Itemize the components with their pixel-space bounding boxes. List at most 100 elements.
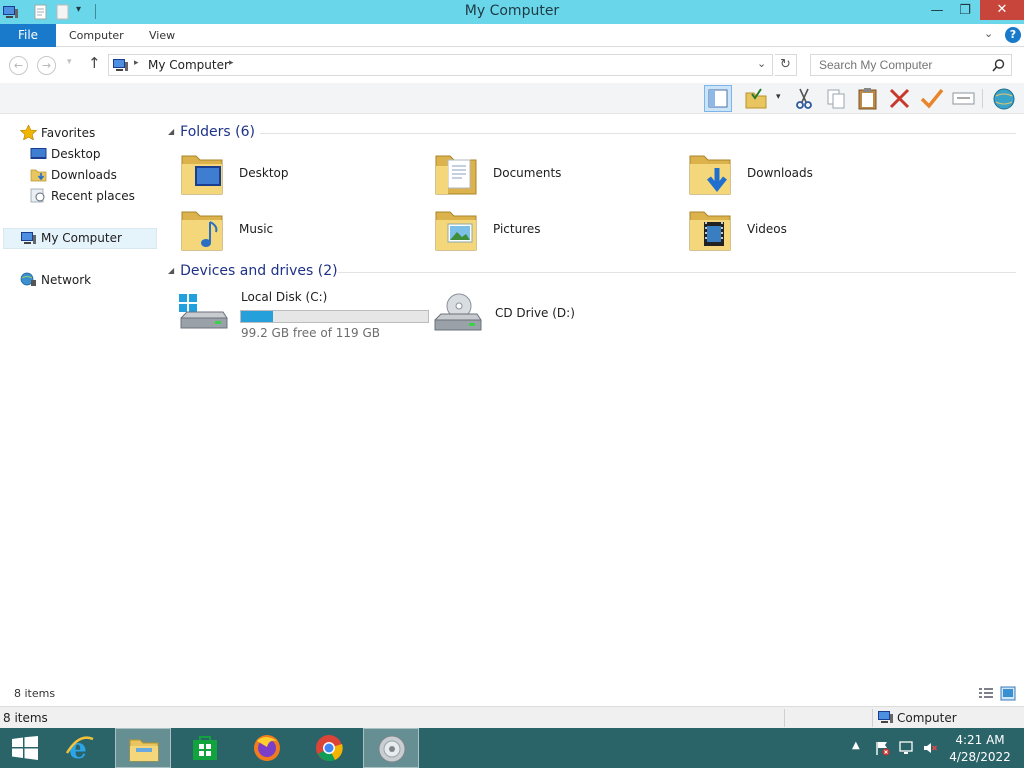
title-bar: ▾ My Computer — ❐ ✕: [0, 0, 1024, 24]
computer-icon: [113, 59, 128, 71]
tab-computer[interactable]: Computer: [69, 24, 124, 47]
devices-group-header[interactable]: ◢ Devices and drives (2): [168, 263, 338, 283]
details-view-icon[interactable]: [978, 687, 994, 701]
drive-tile-c[interactable]: Local Disk (C:) 99.2 GB free of 119 GB: [170, 290, 430, 350]
delete-button[interactable]: [886, 85, 914, 112]
nav-label: Recent places: [51, 189, 135, 203]
preview-pane-button[interactable]: [704, 85, 732, 112]
details-bar: 8 items Computer: [0, 706, 1024, 728]
copy-button[interactable]: [822, 85, 850, 112]
network-status-icon[interactable]: [898, 740, 914, 756]
drive-tile-d[interactable]: CD Drive (D:): [424, 290, 624, 350]
taskbar-internet-explorer[interactable]: e: [52, 728, 108, 768]
folder-name: Downloads: [747, 166, 813, 180]
disk-usage-bar: [240, 310, 429, 323]
search-box[interactable]: [810, 54, 1012, 76]
window-title: My Computer: [464, 3, 560, 19]
taskbar-speaker-app[interactable]: [363, 728, 419, 768]
folder-tile[interactable]: Music: [168, 204, 418, 258]
delete-x-icon: [889, 88, 910, 109]
status-bar: 8 items: [0, 684, 1024, 705]
navigation-pane: Favorites Desktop Downloads Recent place…: [0, 114, 160, 679]
tab-view[interactable]: View: [149, 24, 175, 47]
videos-folder-icon: [689, 211, 731, 251]
disk-usage-fill: [241, 311, 273, 322]
start-button[interactable]: [0, 728, 56, 768]
address-bar[interactable]: ▸ My Computer ▸ ⌄: [108, 54, 773, 76]
paste-button[interactable]: [854, 85, 882, 112]
downloads-folder-icon: [689, 155, 731, 195]
network-icon: [20, 272, 36, 286]
up-arrow-icon[interactable]: ↑: [88, 54, 101, 72]
clock-date[interactable]: 4/28/2022: [940, 750, 1020, 764]
taskbar: e ▲ 4:21 AM 4/28/2022: [0, 728, 1024, 768]
copy-icon: [827, 89, 845, 109]
folders-group-title: Folders (6): [180, 124, 255, 140]
globe-icon: [993, 88, 1015, 110]
desktop-icon: [30, 148, 47, 159]
item-count: 8 items: [14, 687, 56, 700]
clock-time[interactable]: 4:21 AM: [940, 733, 1020, 747]
large-icons-view-icon[interactable]: [1000, 686, 1016, 701]
help-icon[interactable]: ?: [1005, 27, 1021, 43]
collapse-triangle-icon[interactable]: ◢: [168, 127, 174, 136]
chrome-icon: [316, 735, 343, 762]
close-button[interactable]: ✕: [980, 0, 1024, 20]
computer-icon: [878, 711, 893, 723]
nav-label: Desktop: [51, 147, 101, 161]
rename-icon: [952, 92, 975, 105]
taskbar-chrome[interactable]: [301, 728, 357, 768]
rename-field-button[interactable]: [950, 85, 978, 112]
refresh-button[interactable]: ↻: [775, 54, 797, 76]
cd-drive-icon: [434, 293, 482, 331]
clipboard-icon: [858, 88, 877, 110]
taskbar-firefox[interactable]: [239, 728, 295, 768]
folder-tile[interactable]: Documents: [422, 148, 672, 202]
ribbon: File Computer View ⌄ ?: [0, 24, 1024, 47]
computer-icon: [21, 232, 36, 244]
preview-pane-icon: [708, 89, 728, 108]
documents-folder-icon: [435, 155, 477, 195]
forward-button[interactable]: →: [37, 56, 56, 75]
show-hidden-icons-icon[interactable]: ▲: [852, 740, 860, 751]
search-icon[interactable]: [992, 59, 1005, 72]
folder-tile[interactable]: Videos: [676, 204, 926, 258]
collapse-triangle-icon[interactable]: ◢: [168, 266, 174, 275]
folder-name: Documents: [493, 166, 562, 180]
address-dropdown-chevron-icon[interactable]: ⌄: [757, 57, 766, 70]
folder-name: Desktop: [239, 166, 289, 180]
speaker-app-icon: [378, 735, 406, 763]
maximize-button[interactable]: ❐: [950, 0, 980, 22]
store-icon: [193, 736, 217, 760]
minimize-button[interactable]: —: [922, 0, 952, 22]
recent-locations-chevron-icon[interactable]: ▾: [67, 57, 72, 67]
pictures-folder-icon: [435, 211, 477, 251]
desktop-folder-icon: [181, 155, 223, 195]
back-button[interactable]: ←: [9, 56, 28, 75]
toolbar: ▾: [0, 83, 1024, 114]
sidebar-item-my-computer[interactable]: My Computer: [3, 228, 157, 249]
search-input[interactable]: [819, 55, 989, 75]
cut-button[interactable]: [790, 85, 818, 112]
location-label: Computer: [897, 711, 957, 725]
downloads-folder-icon: [30, 169, 47, 182]
breadcrumb-chevron-icon[interactable]: ▸: [229, 58, 234, 68]
address-row: ← → ▾ ↑ ▸ My Computer ▸ ⌄ ↻: [0, 47, 1024, 83]
folder-tile[interactable]: Desktop: [168, 148, 418, 202]
expand-ribbon-chevron-icon[interactable]: ⌄: [984, 27, 993, 40]
scissors-icon: [796, 88, 812, 109]
volume-muted-icon[interactable]: [922, 740, 938, 756]
rename-button[interactable]: [918, 85, 946, 112]
action-center-flag-icon[interactable]: [874, 740, 890, 756]
taskbar-store[interactable]: [177, 728, 233, 768]
folder-tile[interactable]: Downloads: [676, 148, 926, 202]
folders-group-header[interactable]: ◢ Folders (6): [168, 124, 255, 144]
taskbar-file-explorer[interactable]: [115, 728, 171, 768]
web-button[interactable]: [990, 85, 1018, 112]
tab-file[interactable]: File: [0, 24, 56, 47]
properties-button[interactable]: [742, 85, 770, 112]
folder-tile[interactable]: Pictures: [422, 204, 672, 258]
breadcrumb-chevron-icon[interactable]: ▸: [134, 58, 139, 68]
breadcrumb[interactable]: My Computer: [148, 58, 229, 72]
properties-dropdown-chevron-icon[interactable]: ▾: [776, 92, 781, 102]
